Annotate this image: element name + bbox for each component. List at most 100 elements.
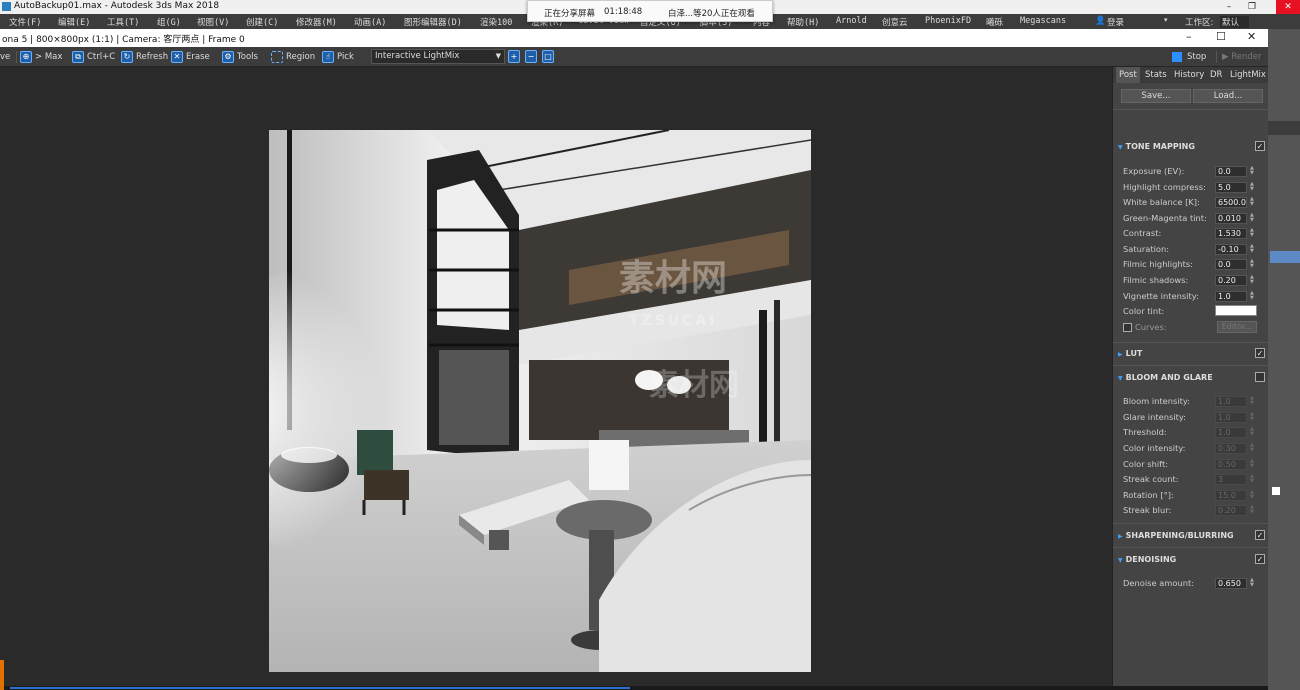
max-command-panel-edge[interactable] bbox=[1268, 29, 1300, 690]
menu-megascans[interactable]: Megascans bbox=[1020, 16, 1066, 26]
threshold-spinner[interactable]: ▲ ▼ bbox=[1250, 427, 1254, 437]
tab-lightmix[interactable]: LightMix bbox=[1227, 67, 1269, 83]
saturation-spinner[interactable]: ▲ ▼ bbox=[1250, 244, 1254, 254]
filmic-shadows-spinner[interactable]: ▲ ▼ bbox=[1250, 275, 1254, 285]
copy-button[interactable]: ⧉ Ctrl+C bbox=[72, 50, 115, 64]
glare-intensity-input[interactable]: 1.0 bbox=[1215, 412, 1247, 423]
denoising-checkbox[interactable]: ✓ bbox=[1255, 554, 1265, 564]
threshold-input[interactable]: 1.0 bbox=[1215, 427, 1247, 438]
highlight-compress-input[interactable]: 5.0 bbox=[1215, 182, 1247, 193]
filmic-highlights-spinner[interactable]: ▲ ▼ bbox=[1250, 259, 1254, 269]
streak-blur-input[interactable]: 0.20 bbox=[1215, 505, 1247, 516]
denoise-amount-input[interactable]: 0.650 bbox=[1215, 578, 1247, 589]
menu-tools[interactable]: 工具(T) bbox=[107, 16, 139, 28]
chevron-down-icon[interactable]: ▾ bbox=[1164, 16, 1168, 24]
sharpening-checkbox[interactable]: ✓ bbox=[1255, 530, 1265, 540]
bloom-glare-section[interactable]: ▼ BLOOM AND GLARE bbox=[1118, 373, 1213, 382]
color-shift-spinner[interactable]: ▲ ▼ bbox=[1250, 459, 1254, 469]
menu-chuangyiyun[interactable]: 创意云 bbox=[882, 16, 908, 28]
menu-create[interactable]: 创建(C) bbox=[246, 16, 278, 28]
tab-history[interactable]: History bbox=[1171, 67, 1207, 83]
rotation-input[interactable]: 15.0 bbox=[1215, 490, 1247, 501]
login-label[interactable]: 登录 bbox=[1107, 16, 1124, 28]
menu-modifiers[interactable]: 修改器(M) bbox=[296, 16, 337, 28]
region-button[interactable]: Region bbox=[271, 50, 315, 64]
vignette-spinner[interactable]: ▲ ▼ bbox=[1250, 291, 1254, 301]
load-settings-button[interactable]: Load... bbox=[1193, 89, 1263, 103]
tone-mapping-checkbox[interactable]: ✓ bbox=[1255, 141, 1265, 151]
color-shift-input[interactable]: 0.50 bbox=[1215, 459, 1247, 470]
menu-group[interactable]: 组(G) bbox=[157, 16, 181, 28]
render-button[interactable]: ▶ Render bbox=[1222, 50, 1262, 64]
tab-stats[interactable]: Stats bbox=[1142, 67, 1170, 83]
zoom-fit-icon[interactable]: □ bbox=[542, 50, 554, 63]
menu-views[interactable]: 视图(V) bbox=[197, 16, 229, 28]
close-icon[interactable]: ✕ bbox=[1276, 0, 1300, 14]
white-balance-input[interactable]: 6500.0 bbox=[1215, 197, 1247, 208]
glare-intensity-spinner[interactable]: ▲ ▼ bbox=[1250, 412, 1254, 422]
streak-count-spinner[interactable]: ▲ ▼ bbox=[1250, 474, 1254, 484]
color-intensity-spinner[interactable]: ▲ ▼ bbox=[1250, 443, 1254, 453]
save-settings-button[interactable]: Save... bbox=[1121, 89, 1191, 103]
erase-button[interactable]: ✕ Erase bbox=[171, 50, 210, 64]
color-swatch[interactable] bbox=[1272, 487, 1280, 495]
tools-button[interactable]: ⚙ Tools bbox=[222, 50, 258, 64]
menu-edit[interactable]: 编辑(E) bbox=[58, 16, 90, 28]
selected-list-item[interactable] bbox=[1270, 251, 1300, 263]
vfb-close-icon[interactable]: ✕ bbox=[1247, 30, 1256, 43]
user-icon[interactable]: 👤 bbox=[1095, 16, 1106, 26]
bloom-glare-checkbox[interactable] bbox=[1255, 372, 1265, 382]
highlight-compress-spinner[interactable]: ▲ ▼ bbox=[1250, 182, 1254, 192]
bloom-intensity-input[interactable]: 1.0 bbox=[1215, 396, 1247, 407]
tint-spinner[interactable]: ▲ ▼ bbox=[1250, 213, 1254, 223]
panel-tab-strip[interactable] bbox=[1268, 121, 1300, 135]
menu-help[interactable]: 帮助(H) bbox=[787, 16, 819, 28]
vignette-input[interactable]: 1.0 bbox=[1215, 291, 1247, 302]
tone-mapping-section[interactable]: ▼ TONE MAPPING bbox=[1118, 142, 1195, 151]
sharpening-section[interactable]: ▶ SHARPENING/BLURRING bbox=[1118, 531, 1234, 540]
white-balance-spinner[interactable]: ▲ ▼ bbox=[1250, 197, 1254, 207]
menu-animation[interactable]: 动画(A) bbox=[354, 16, 386, 28]
refresh-button[interactable]: ↻ Refresh bbox=[121, 50, 168, 64]
vfb-maximize-icon[interactable]: ☐ bbox=[1216, 30, 1226, 43]
lut-section[interactable]: ▶ LUT bbox=[1118, 349, 1142, 358]
filmic-shadows-input[interactable]: 0.20 bbox=[1215, 275, 1247, 286]
filmic-highlights-input[interactable]: 0.0 bbox=[1215, 259, 1247, 270]
restore-icon[interactable]: ❐ bbox=[1245, 0, 1259, 14]
menu-arnold[interactable]: Arnold bbox=[836, 16, 867, 26]
save-button[interactable]: ve bbox=[0, 50, 10, 64]
stop-button[interactable]: Stop bbox=[1172, 50, 1206, 64]
pick-button[interactable]: ☝ Pick bbox=[322, 50, 354, 64]
tint-input[interactable]: 0.010 bbox=[1215, 213, 1247, 224]
render-viewport[interactable]: 素材网 TZSUCAI 素材网 bbox=[0, 67, 1112, 690]
denoising-section[interactable]: ▼ DENOISING bbox=[1118, 555, 1176, 564]
menu-file[interactable]: 文件(F) bbox=[9, 16, 41, 28]
bloom-intensity-spinner[interactable]: ▲ ▼ bbox=[1250, 396, 1254, 406]
menu-phoenixfd[interactable]: PhoenixFD bbox=[925, 16, 971, 26]
streak-count-input[interactable]: 3 bbox=[1215, 474, 1247, 485]
zoom-in-icon[interactable]: + bbox=[508, 50, 520, 63]
workspace-select[interactable]: 默认 bbox=[1220, 16, 1250, 28]
streak-blur-spinner[interactable]: ▲ ▼ bbox=[1250, 505, 1254, 515]
contrast-input[interactable]: 1.530 bbox=[1215, 228, 1247, 239]
curves-editor-button[interactable]: Editor... bbox=[1217, 321, 1257, 333]
share-viewers[interactable]: 白泽...等20人正在观看 bbox=[668, 7, 755, 19]
exposure-spinner[interactable]: ▲ ▼ bbox=[1250, 166, 1254, 176]
to-max-button[interactable]: ⊕ > Max bbox=[20, 50, 62, 64]
menu-graph-editors[interactable]: 图形编辑器(D) bbox=[404, 16, 462, 28]
vfb-minimize-icon[interactable]: – bbox=[1186, 30, 1192, 43]
tab-dr[interactable]: DR bbox=[1207, 67, 1225, 83]
contrast-spinner[interactable]: ▲ ▼ bbox=[1250, 228, 1254, 238]
lightmix-select[interactable]: Interactive LightMix ▼ bbox=[371, 49, 505, 64]
color-tint-swatch[interactable] bbox=[1215, 305, 1257, 316]
menu-xili[interactable]: 曦砾 bbox=[986, 16, 1003, 28]
saturation-input[interactable]: -0.10 bbox=[1215, 244, 1247, 255]
exposure-input[interactable]: 0.0 bbox=[1215, 166, 1247, 177]
lut-checkbox[interactable]: ✓ bbox=[1255, 348, 1265, 358]
denoise-amount-spinner[interactable]: ▲ ▼ bbox=[1250, 578, 1254, 588]
curves-checkbox[interactable] bbox=[1123, 323, 1132, 332]
color-intensity-input[interactable]: 0.30 bbox=[1215, 443, 1247, 454]
minimize-icon[interactable]: – bbox=[1222, 0, 1236, 14]
menu-render100[interactable]: 渲染100 bbox=[480, 16, 512, 28]
rotation-spinner[interactable]: ▲ ▼ bbox=[1250, 490, 1254, 500]
